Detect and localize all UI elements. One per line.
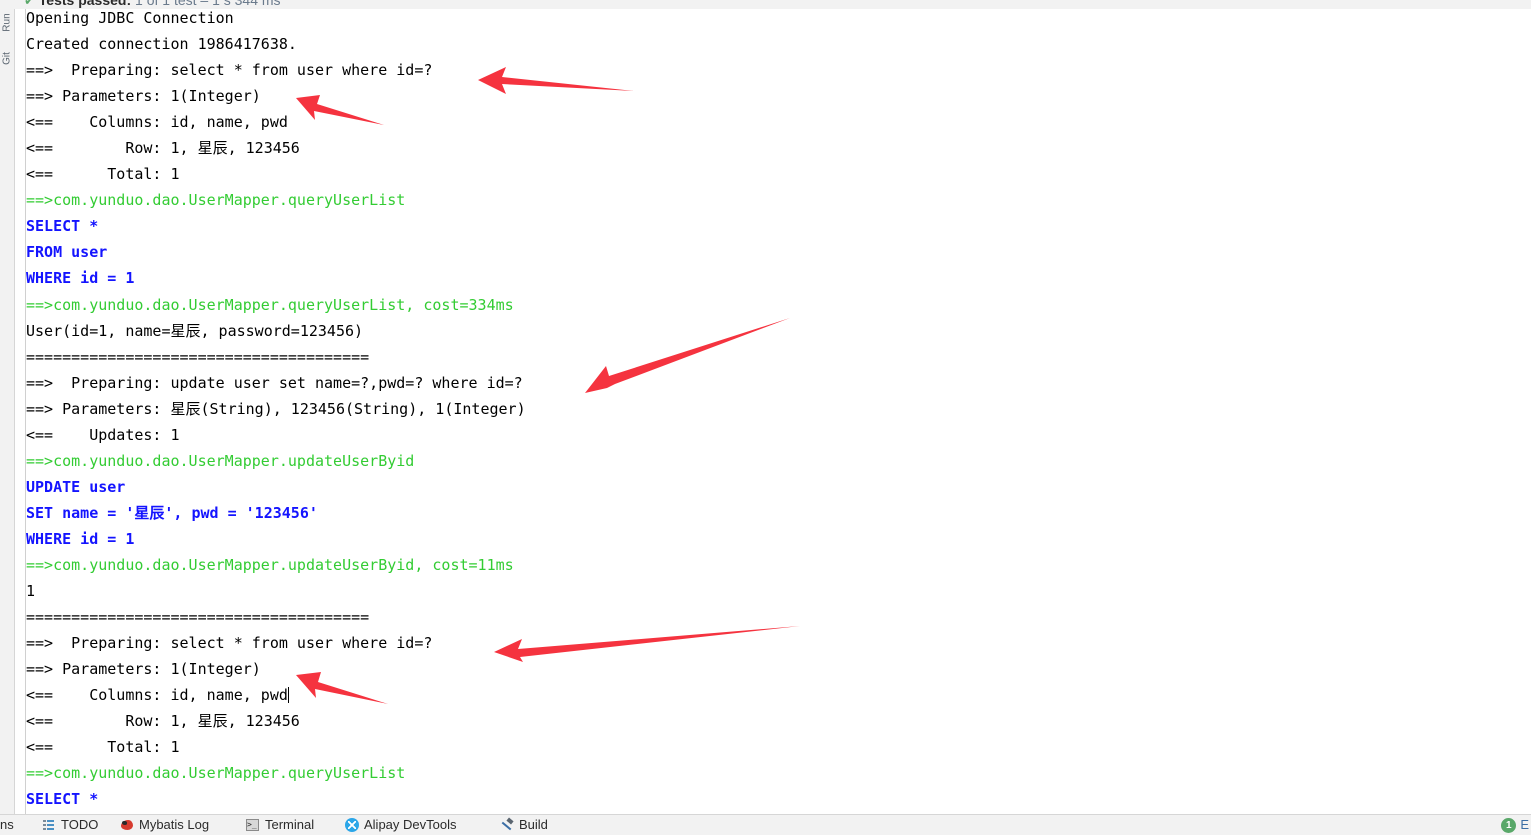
bottom-bar-item-alipay-devtools-label: Alipay DevTools bbox=[364, 817, 457, 832]
build-icon bbox=[500, 818, 514, 832]
alipay-devtools-icon bbox=[345, 818, 359, 832]
console-line: ==> Parameters: 1(Integer) bbox=[26, 660, 261, 679]
console-line: ==>com.yunduo.dao.UserMapper.queryUserLi… bbox=[26, 764, 406, 783]
console-line: WHERE id = 1 bbox=[26, 529, 135, 548]
console-line: <== Columns: id, name, pwd bbox=[26, 686, 289, 705]
console-line: SET name = '星辰', pwd = '123456' bbox=[26, 503, 318, 522]
mybatis-log-icon bbox=[120, 818, 134, 832]
bottom-bar-right-group: 1 E bbox=[1501, 815, 1531, 835]
console-line: <== Total: 1 bbox=[26, 165, 180, 184]
test-result-strip: ✔ Tests passed: 1 of 1 test – 1 s 344 ms bbox=[0, 0, 1531, 9]
console-line: ==> Preparing: select * from user where … bbox=[26, 634, 433, 653]
bottom-bar-item-build[interactable]: Build bbox=[500, 815, 548, 835]
console-line: <== Updates: 1 bbox=[26, 425, 180, 444]
console-line: 1 bbox=[26, 582, 36, 601]
bottom-bar-item-mybatis-log[interactable]: Mybatis Log bbox=[120, 815, 209, 835]
bottom-bar-item-mybatis-log-label: Mybatis Log bbox=[139, 817, 210, 832]
text-caret bbox=[287, 687, 289, 704]
console-line: FROM user bbox=[26, 243, 108, 262]
console-line: ==> Parameters: 1(Integer) bbox=[26, 87, 261, 106]
console-line: ====================================== bbox=[26, 608, 370, 627]
test-passed-check-icon: ✔ bbox=[24, 0, 35, 8]
bottom-bar-item-build-label: Build bbox=[519, 817, 548, 832]
tool-window-stripe-left: Run Git bbox=[0, 9, 15, 815]
bottom-bar-item-todo-label: TODO bbox=[61, 817, 99, 832]
console-line: ==>com.yunduo.dao.UserMapper.updateUserB… bbox=[26, 451, 415, 470]
console-line: WHERE id = 1 bbox=[26, 269, 135, 288]
console-line: <== Columns: id, name, pwd bbox=[26, 113, 288, 132]
test-passed-detail: 1 of 1 test – 1 s 344 ms bbox=[135, 0, 281, 8]
console-line: ==> Preparing: update user set name=?,pw… bbox=[26, 373, 523, 392]
console-line: ==> Preparing: select * from user where … bbox=[26, 61, 433, 80]
terminal-icon bbox=[246, 818, 260, 832]
console-output-panel[interactable]: Opening JDBC Connection Created connectio… bbox=[15, 9, 1531, 815]
console-line: ==>com.yunduo.dao.UserMapper.queryUserLi… bbox=[26, 295, 514, 314]
event-log-label[interactable]: E bbox=[1520, 815, 1529, 835]
console-line: Opening JDBC Connection bbox=[26, 9, 234, 27]
bottom-bar-item-terminal[interactable]: Terminal bbox=[246, 815, 314, 835]
bottom-bar-item-todo[interactable]: TODO bbox=[42, 815, 98, 835]
console-line: <== Row: 1, 星辰, 123456 bbox=[26, 139, 300, 158]
console-line: <== Total: 1 bbox=[26, 738, 180, 757]
console-line: ==> Parameters: 星辰(String), 123456(Strin… bbox=[26, 399, 526, 418]
bottom-bar-item-terminal-label: Terminal bbox=[265, 817, 315, 832]
console-line: Created connection 1986417638. bbox=[26, 35, 297, 54]
console-line: SELECT * bbox=[26, 217, 99, 236]
console-line: User(id=1, name=星辰, password=123456) bbox=[26, 321, 364, 340]
console-line: ==>com.yunduo.dao.UserMapper.queryUserLi… bbox=[26, 191, 406, 210]
console-line-list: Opening JDBC Connection Created connectio… bbox=[26, 9, 1526, 812]
console-line: ==>com.yunduo.dao.UserMapper.updateUserB… bbox=[26, 555, 514, 574]
bottom-tool-bar: ns TODO Mybatis Log Terminal Alipay DevT… bbox=[0, 814, 1531, 835]
console-line: SELECT * bbox=[26, 790, 99, 809]
bottom-bar-item-alipay-devtools[interactable]: Alipay DevTools bbox=[345, 815, 457, 835]
bottom-bar-partial-label[interactable]: ns bbox=[0, 815, 22, 835]
todo-icon bbox=[42, 818, 56, 832]
console-line: <== Row: 1, 星辰, 123456 bbox=[26, 712, 300, 731]
console-line: UPDATE user bbox=[26, 477, 126, 496]
sidebar-item-git[interactable]: Git bbox=[2, 38, 13, 80]
console-line: ====================================== bbox=[26, 347, 370, 366]
event-count-badge[interactable]: 1 bbox=[1501, 817, 1517, 833]
test-passed-status: Tests passed: bbox=[38, 0, 132, 8]
console-gutter bbox=[15, 9, 26, 815]
